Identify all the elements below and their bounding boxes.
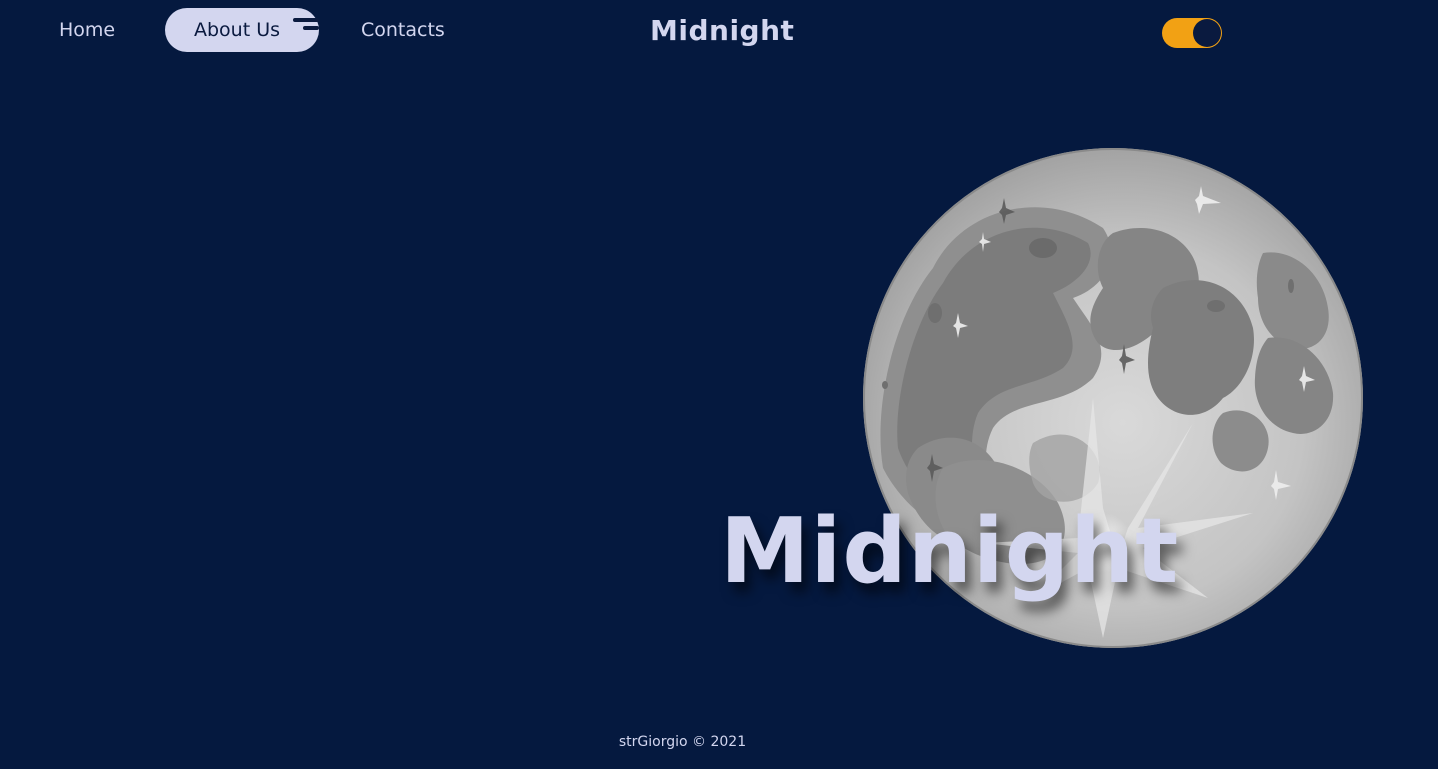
theme-toggle[interactable] — [1162, 18, 1222, 48]
hero-title: Midnight — [720, 499, 1180, 604]
footer-copyright: strGiorgio © 2021 — [618, 734, 747, 750]
toggle-knob — [1193, 19, 1221, 47]
nav-home-link[interactable]: Home — [59, 8, 115, 52]
site-logo[interactable]: Midnight — [650, 14, 794, 47]
nav-about-us-link[interactable]: About Us — [165, 8, 319, 52]
nav-contacts-link[interactable]: Contacts — [361, 8, 445, 52]
menu-icon[interactable] — [293, 18, 319, 32]
nav-about-us-label: About Us — [194, 19, 281, 41]
top-navigation: Home About Us Contacts Midnight — [0, 0, 1438, 64]
